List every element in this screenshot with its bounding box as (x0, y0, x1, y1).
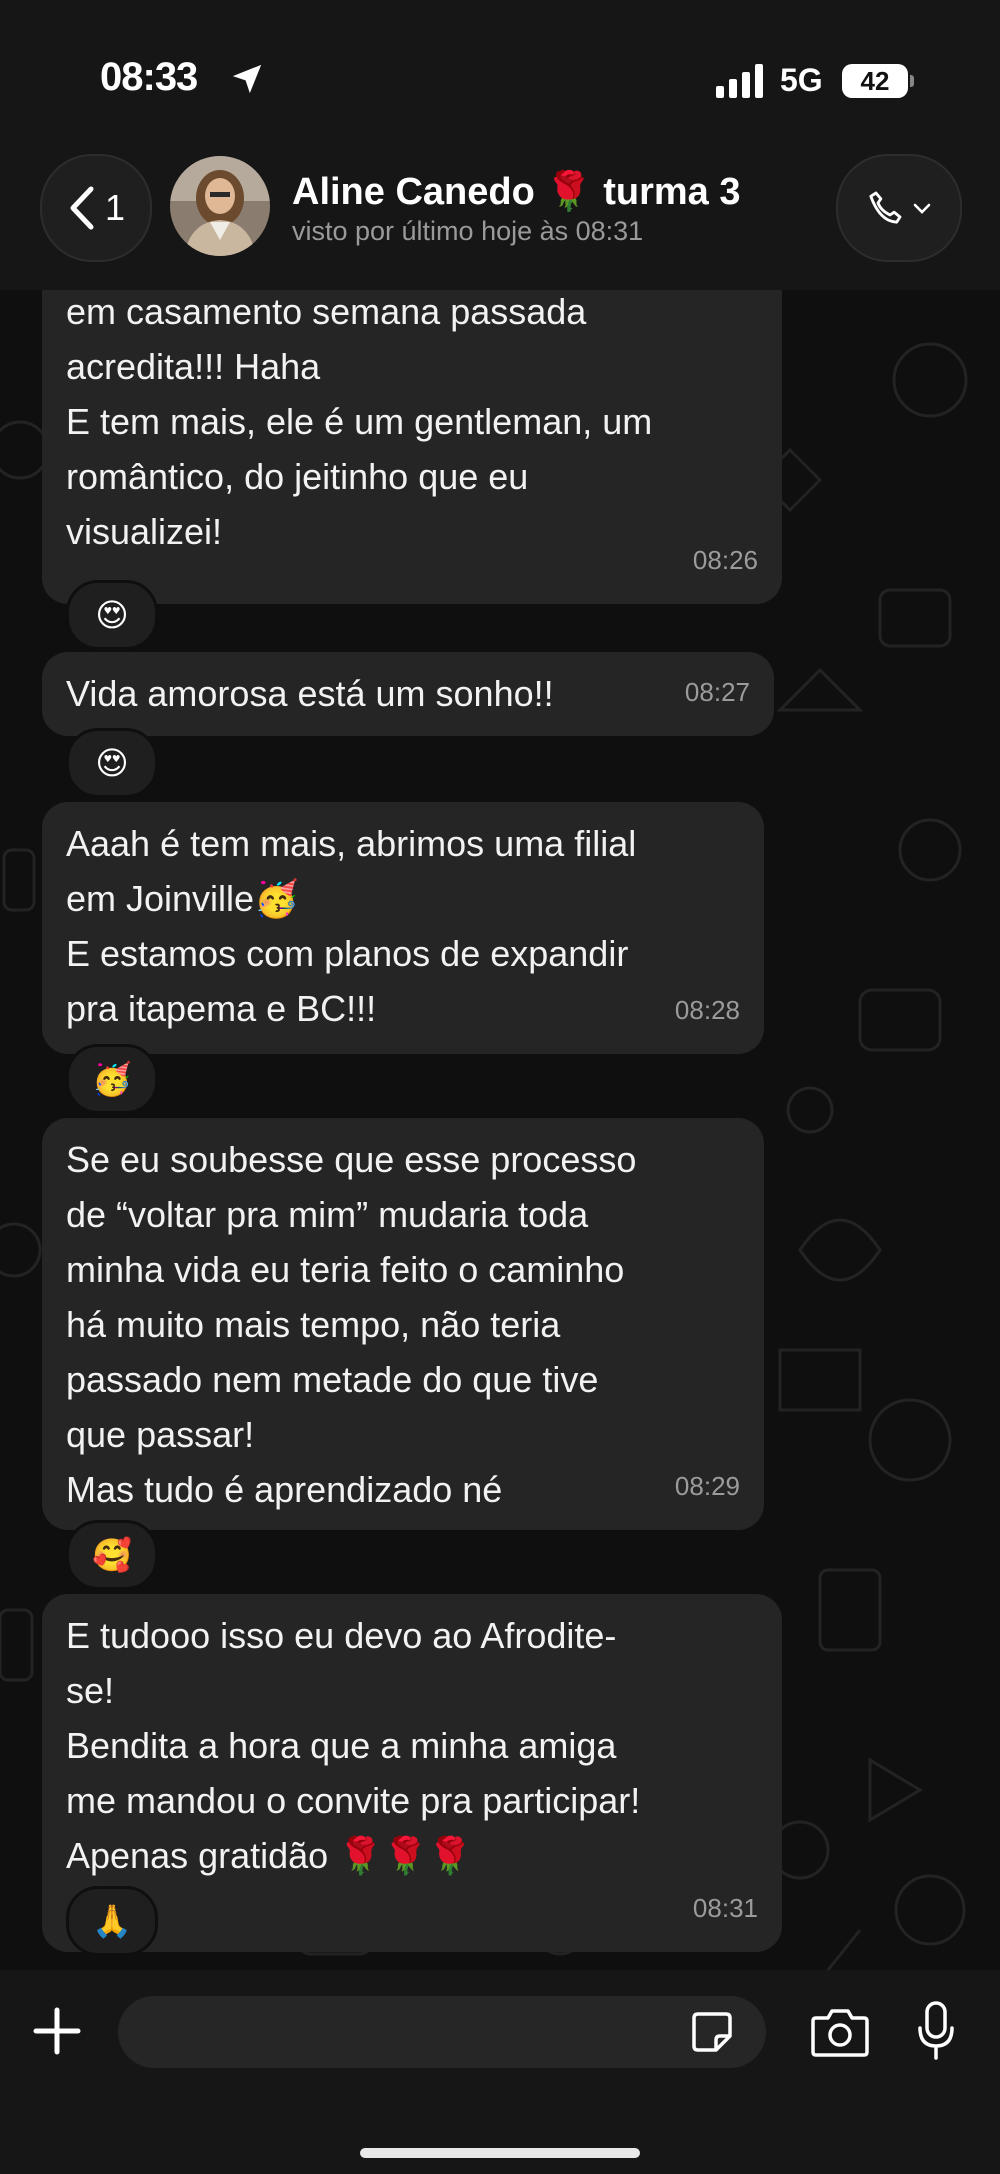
contact-name[interactable]: Aline Canedo 🌹 turma 3 (292, 170, 741, 214)
chat-header: 1 Aline Canedo 🌹 turma 3 visto por últim… (0, 150, 1000, 290)
network-label: 5G (780, 62, 823, 98)
last-seen-status: visto por último hoje às 08:31 (292, 216, 644, 246)
message-reaction[interactable]: 🙏 (66, 1886, 158, 1956)
message-text: Se eu soubesse que esse processo de “vol… (66, 1139, 637, 1510)
avatar[interactable] (170, 156, 270, 256)
message-input[interactable] (118, 1996, 766, 2068)
message-time: 08:27 (684, 677, 750, 707)
microphone-icon[interactable] (916, 2000, 956, 2062)
location-arrow-icon (232, 64, 262, 94)
message-composer (0, 1970, 1000, 2174)
message-time: 08:31 (692, 1893, 758, 1923)
message-bubble[interactable]: Se eu soubesse que esse processo de “vol… (42, 1118, 764, 1530)
camera-icon[interactable] (810, 2006, 870, 2058)
message-bubble[interactable]: Aaah é tem mais, abrimos uma filial em J… (42, 802, 764, 1054)
plus-icon[interactable] (30, 2004, 84, 2058)
sticker-icon[interactable] (690, 2010, 734, 2054)
message-bubble[interactable]: E tudooo isso eu devo ao Afrodite- se! B… (42, 1594, 782, 1952)
status-time: 08:33 (100, 55, 198, 99)
call-button[interactable] (836, 154, 962, 262)
message-reaction[interactable]: 🥳 (66, 1044, 158, 1114)
back-button[interactable]: 1 (40, 154, 152, 262)
chevron-down-icon (913, 203, 931, 214)
home-indicator (360, 2148, 640, 2158)
message-bubble[interactable]: Vida amorosa está um sonho!! 08:27 (42, 652, 774, 736)
chevron-left-icon (70, 186, 94, 230)
message-reaction[interactable]: 😍 (66, 728, 158, 798)
message-time: 08:28 (674, 995, 740, 1025)
message-reaction[interactable]: 😍 (66, 580, 158, 650)
message-bubble[interactable]: em casamento semana passada acredita!!! … (42, 290, 782, 604)
message-text: Aaah é tem mais, abrimos uma filial em J… (66, 823, 637, 1029)
phone-icon (869, 191, 902, 224)
message-time: 08:29 (674, 1471, 740, 1501)
message-reaction[interactable]: 🥰 (66, 1520, 158, 1590)
message-text: em casamento semana passada acredita!!! … (66, 291, 653, 552)
message-text: Vida amorosa está um sonho!! (66, 673, 554, 714)
signal-icon (716, 64, 763, 98)
message-text: E tudooo isso eu devo ao Afrodite- se! B… (66, 1615, 641, 1876)
message-time: 08:26 (692, 545, 758, 575)
status-bar: 08:33 5G 42 (0, 0, 1000, 150)
chat-area[interactable]: em casamento semana passada acredita!!! … (0, 290, 1000, 1970)
avatar-photo (170, 156, 270, 256)
battery-indicator: 42 (842, 64, 914, 98)
unread-count: 1 (104, 187, 126, 228)
